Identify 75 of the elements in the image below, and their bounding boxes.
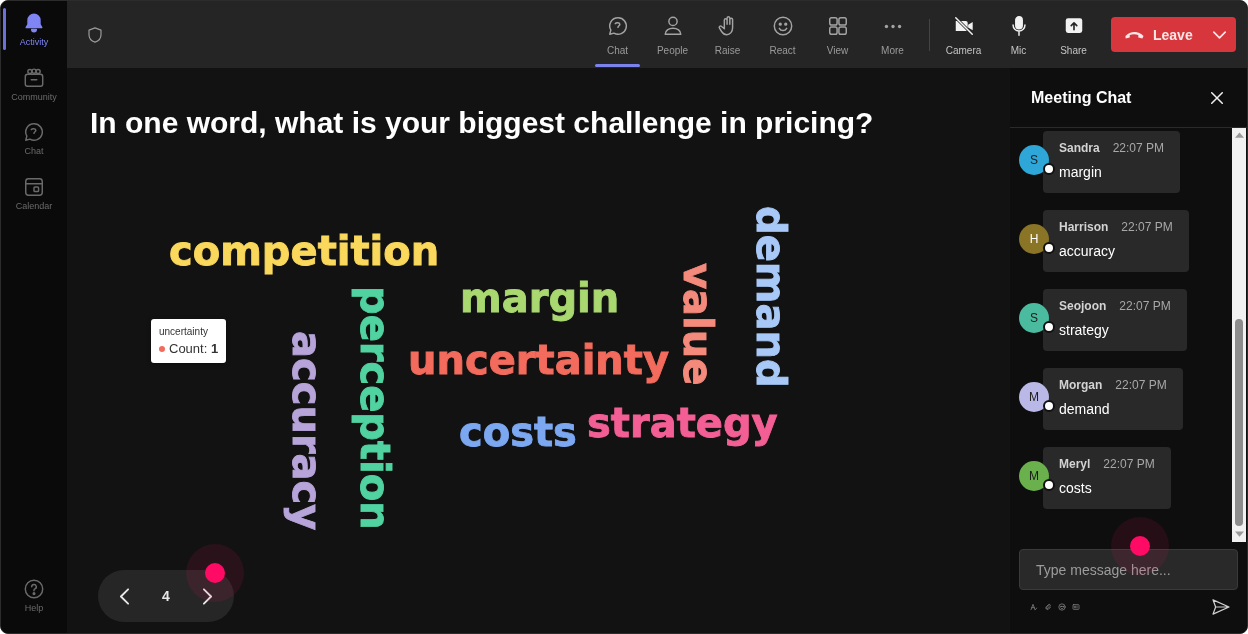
message-time: 22:07 PM [1112, 140, 1165, 156]
avatar: H [1019, 224, 1049, 254]
chat-title: Meeting Chat [1031, 88, 1132, 107]
scrollbar-thumb[interactable] [1235, 319, 1243, 526]
shield-icon [86, 24, 104, 45]
tooltip-count: Count: 1 [169, 341, 219, 356]
message-author: Seojoon [1059, 298, 1107, 314]
message-text: demand [1059, 400, 1111, 418]
scroll-down-icon[interactable] [1234, 531, 1244, 537]
message-text: costs [1059, 479, 1093, 497]
status-dot-icon [1043, 479, 1055, 491]
toolbar-button[interactable]: Camera [936, 1, 991, 68]
help-button[interactable]: Help [1, 572, 67, 620]
smiley-icon[interactable] [1058, 603, 1066, 611]
message-input[interactable]: Type message here... [1019, 549, 1238, 590]
legend-dot-icon [159, 345, 165, 352]
status-dot-icon [1043, 242, 1055, 254]
avatar: M [1019, 382, 1049, 412]
cloud-word: value [678, 263, 718, 386]
sidebar-item[interactable]: Chat [1, 113, 67, 168]
message-author: Harrison [1059, 219, 1109, 235]
sidebar-item[interactable]: Community [1, 58, 67, 113]
camera-off-icon [952, 15, 975, 37]
message-text: margin [1059, 163, 1103, 181]
status-dot-icon [1043, 400, 1055, 412]
cloud-word: demand [751, 206, 791, 388]
phone-icon [1125, 30, 1144, 39]
close-icon [1211, 91, 1223, 104]
send-icon[interactable] [1212, 599, 1230, 615]
message-text: accuracy [1059, 242, 1117, 260]
close-button[interactable] [1209, 89, 1225, 106]
calendar-icon [23, 175, 45, 198]
help-icon [23, 578, 45, 600]
media-icon[interactable] [1072, 603, 1080, 611]
message-time: 22:07 PM [1115, 377, 1167, 393]
chevron-down-icon [1213, 30, 1226, 39]
toolbar-tab[interactable]: More [865, 1, 920, 68]
toolbar-button[interactable]: Share [1046, 1, 1101, 68]
bell-icon [23, 12, 45, 34]
paperclip-icon[interactable] [1044, 603, 1052, 611]
group-icon [23, 66, 45, 89]
page-number: 4 [162, 588, 170, 604]
toolbar-tab[interactable]: React [755, 1, 810, 68]
avatar: S [1019, 303, 1049, 333]
chat-bubble-icon [606, 15, 629, 37]
grid-icon [826, 15, 849, 37]
avatar: M [1019, 461, 1049, 491]
toolbar-button[interactable]: Mic [991, 1, 1046, 68]
toolbar-tab[interactable]: Raise [700, 1, 755, 68]
sidebar-item[interactable]: Activity [1, 4, 67, 59]
chevron-right-icon [203, 587, 213, 605]
toolbar-tab[interactable]: Chat [590, 1, 645, 68]
question-title: In one word, what is your biggest challenge in pricing? [90, 105, 874, 141]
format-icon[interactable] [1030, 603, 1038, 611]
toolbar-tab[interactable]: People [645, 1, 700, 68]
message-author: Morgan [1059, 377, 1103, 393]
message-author: Sandra [1059, 140, 1100, 156]
status-dot-icon [1043, 321, 1055, 333]
message-time: 22:07 PM [1103, 456, 1155, 472]
leave-button[interactable]: Leave [1111, 17, 1236, 52]
smiley-icon [771, 15, 794, 37]
sidebar-item[interactable]: Calendar [1, 167, 67, 222]
avatar: S [1019, 145, 1049, 175]
message-text: strategy [1059, 321, 1110, 339]
cloud-word: costs [459, 412, 577, 452]
tooltip-word: uncertainty [159, 326, 209, 338]
message-author: Meryl [1059, 456, 1091, 472]
scroll-up-icon[interactable] [1234, 132, 1244, 138]
toolbar-tab[interactable]: View [810, 1, 865, 68]
message-time: 22:07 PM [1119, 298, 1171, 314]
chevron-left-icon [119, 587, 129, 605]
message-time: 22:07 PM [1121, 219, 1173, 235]
status-dot-icon [1043, 163, 1055, 175]
chat-bubble-icon [23, 121, 45, 143]
more-icon [883, 23, 902, 29]
